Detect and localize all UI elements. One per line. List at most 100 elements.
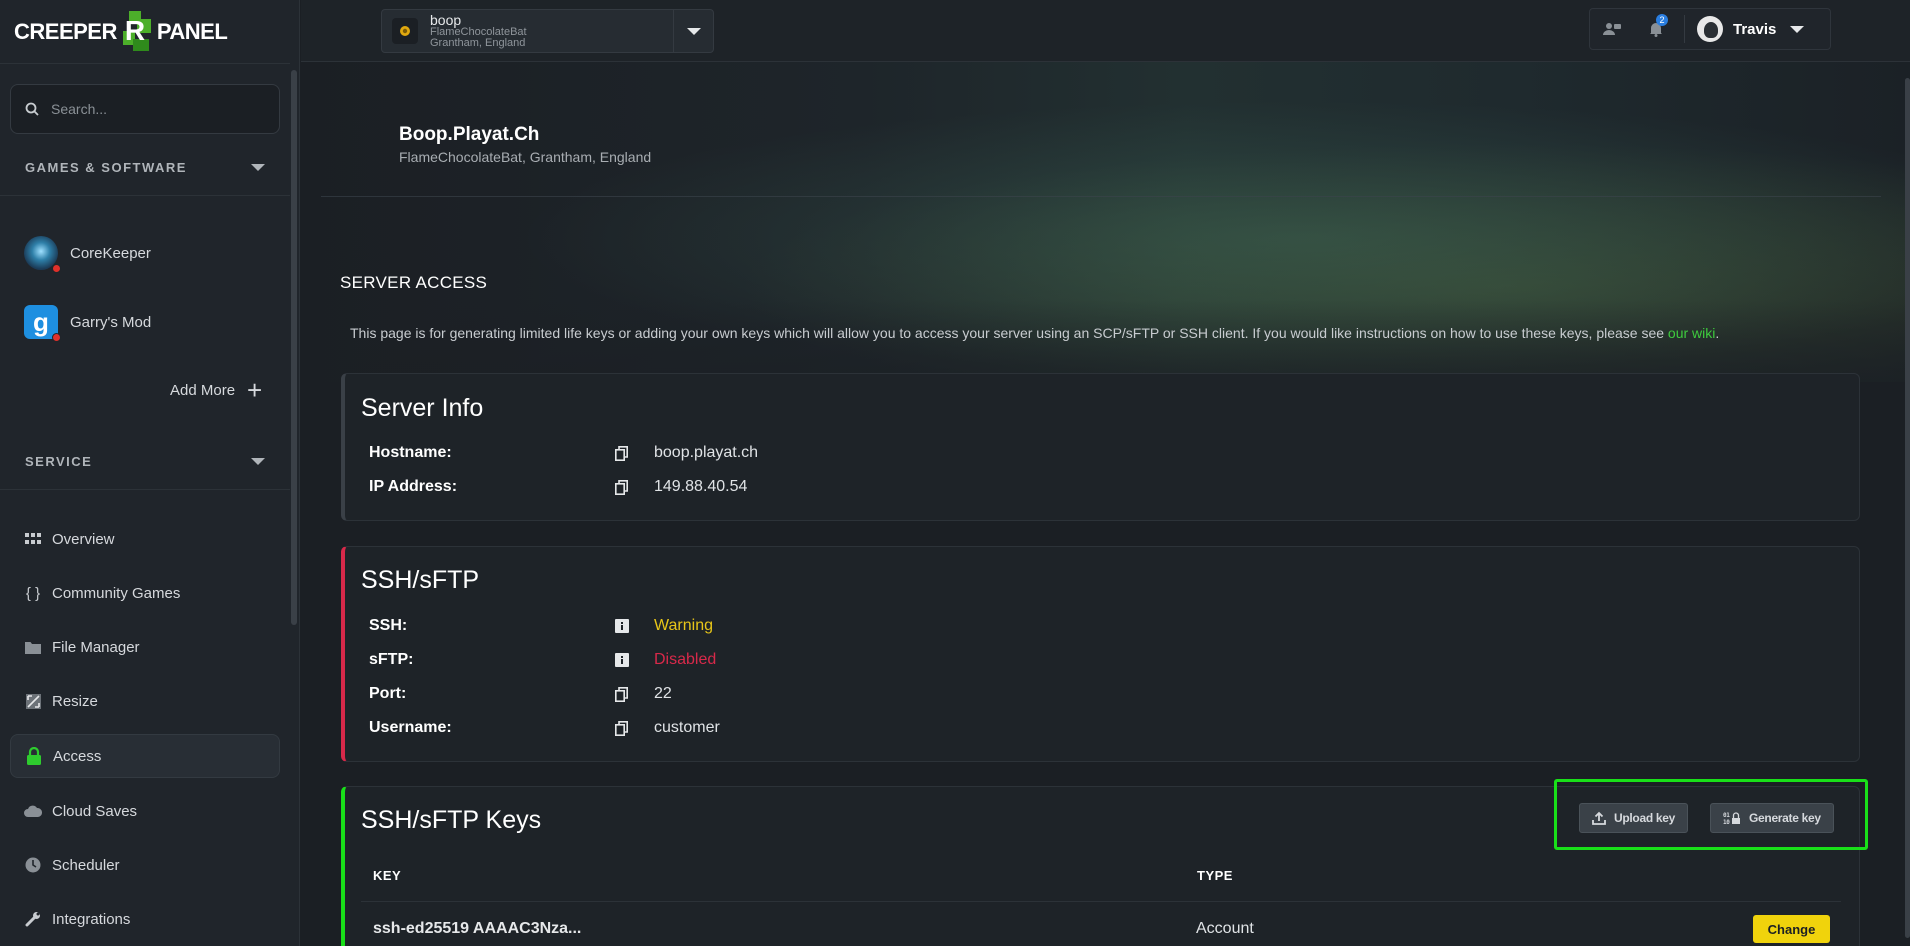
server-name: boop (430, 12, 462, 28)
game-item-garrys-mod[interactable]: g Garry's Mod (24, 305, 152, 342)
nav-label: File Manager (52, 638, 140, 656)
page-subtitle: FlameChocolateBat, Grantham, England (399, 149, 652, 165)
chevron-down-icon (251, 164, 265, 171)
port-label: Port: (369, 685, 407, 702)
plus-icon: + (247, 375, 263, 405)
sftp-label: sFTP: (369, 651, 414, 668)
info-icon[interactable] (615, 619, 654, 633)
server-dropdown-toggle[interactable] (673, 10, 713, 52)
ip-label: IP Address: (369, 478, 458, 495)
avatar (1697, 16, 1723, 42)
col-type-header: TYPE (1197, 868, 1233, 883)
change-button[interactable]: Change (1753, 915, 1830, 943)
intro-end: . (1715, 325, 1720, 341)
game-item-corekeeper[interactable]: CoreKeeper (24, 236, 151, 273)
nav-item-overview[interactable]: Overview (10, 517, 280, 561)
page-header: Boop.Playat.Ch FlameChocolateBat, Granth… (399, 124, 651, 165)
server-icon (392, 18, 418, 44)
games-section-label: GAMES & SOFTWARE (25, 160, 187, 175)
wiki-link[interactable]: our wiki (1668, 325, 1715, 341)
cloud-icon (24, 802, 42, 820)
copy-icon[interactable] (615, 686, 654, 702)
nav-item-integrations[interactable]: Integrations (10, 897, 280, 941)
logo[interactable]: CREEPER R PANEL (14, 8, 228, 56)
add-more-label: Add More (170, 381, 236, 399)
nav-label: Resize (52, 692, 98, 710)
key-cell: ssh-ed25519 AAAAC3Nza... (373, 920, 582, 937)
ssh-card: SSH/sFTP SSH: Warning sFTP: Disabled Por… (341, 546, 1860, 762)
keys-title: SSH/sFTP Keys (361, 806, 542, 834)
sidebar-scrollbar[interactable] (291, 70, 297, 625)
service-section-header[interactable]: SERVICE (25, 454, 265, 469)
username-row: Username: customer (369, 719, 720, 737)
server-selector[interactable]: boop FlameChocolateBat Grantham, England (381, 9, 714, 53)
ssh-status: Warning (654, 617, 713, 634)
user-menu[interactable]: Travis (1691, 16, 1805, 42)
user-box-divider (1684, 15, 1685, 43)
generate-key-button[interactable]: 01 10 Generate key (1710, 803, 1834, 833)
notifications-button[interactable]: 2 (1634, 8, 1678, 50)
resize-icon (24, 692, 42, 710)
server-location: Grantham, England (430, 37, 526, 49)
username-label: Username: (369, 719, 452, 736)
nav-item-resize[interactable]: Resize (10, 679, 280, 723)
intro-text: This page is for generating limited life… (350, 325, 1719, 341)
search-box[interactable] (10, 84, 280, 134)
hostname-label: Hostname: (369, 444, 452, 461)
table-divider (361, 901, 1841, 902)
nav-item-file-manager[interactable]: File Manager (10, 625, 280, 669)
username-value: customer (654, 719, 720, 736)
port-row: Port: 22 (369, 685, 672, 703)
copy-icon[interactable] (615, 720, 654, 736)
logo-mark: R (119, 11, 155, 53)
nav-label: Community Games (52, 584, 181, 602)
grid-icon (24, 530, 42, 548)
folder-icon (24, 638, 42, 656)
corekeeper-icon (24, 236, 61, 273)
notification-badge: 2 (1656, 14, 1668, 26)
users-icon (1603, 23, 1621, 35)
add-more-button[interactable]: Add More + (170, 375, 263, 405)
friends-button[interactable] (1590, 8, 1634, 50)
user-name: Travis (1733, 20, 1777, 38)
clock-icon (24, 856, 42, 874)
ip-row: IP Address: 149.88.40.54 (369, 478, 747, 496)
games-section-header[interactable]: GAMES & SOFTWARE (25, 160, 265, 175)
copy-icon[interactable] (615, 479, 654, 495)
server-info-card: Server Info Hostname: boop.playat.ch IP … (341, 373, 1860, 521)
port-value: 22 (654, 685, 672, 702)
logo-text-right: PANEL (156, 19, 228, 44)
header-divider (321, 196, 1881, 197)
type-cell: Account (1196, 920, 1254, 937)
nav-item-cloud-saves[interactable]: Cloud Saves (10, 789, 280, 833)
sidebar: CREEPER R PANEL GAMES & SOFTWARE CoreKee… (0, 0, 300, 946)
lock-icon (25, 747, 43, 765)
game-label: Garry's Mod (70, 313, 152, 331)
logo-text-left: CREEPER (14, 19, 117, 44)
svg-text:01: 01 (1723, 812, 1730, 819)
binary-icon: 0110 (1723, 812, 1740, 825)
copy-icon[interactable] (615, 445, 654, 461)
nav-label: Scheduler (52, 856, 120, 874)
ssh-label: SSH: (369, 617, 408, 634)
intro-body: This page is for generating limited life… (350, 325, 1668, 341)
ip-value: 149.88.40.54 (654, 478, 748, 495)
upload-key-button[interactable]: Upload key (1579, 803, 1689, 833)
nav-item-scheduler[interactable]: Scheduler (10, 843, 280, 887)
nav-label: Cloud Saves (52, 802, 138, 820)
braces-icon: { } (25, 584, 41, 602)
status-dot (52, 264, 61, 273)
upload-key-label: Upload key (1614, 811, 1676, 825)
info-icon[interactable] (615, 653, 654, 667)
main-scrollbar[interactable] (1905, 78, 1910, 938)
nav-item-community-games[interactable]: { } Community Games (10, 571, 280, 615)
chevron-down-icon (251, 458, 265, 465)
chevron-down-icon (686, 27, 701, 35)
hostname-row: Hostname: boop.playat.ch (369, 444, 758, 462)
upload-icon (1592, 811, 1606, 825)
ssh-row: SSH: Warning (369, 617, 713, 635)
nav-item-access[interactable]: Access (10, 734, 280, 778)
server-info-title: Server Info (361, 394, 484, 422)
search-input[interactable] (51, 101, 251, 117)
ssh-title: SSH/sFTP (361, 566, 480, 594)
